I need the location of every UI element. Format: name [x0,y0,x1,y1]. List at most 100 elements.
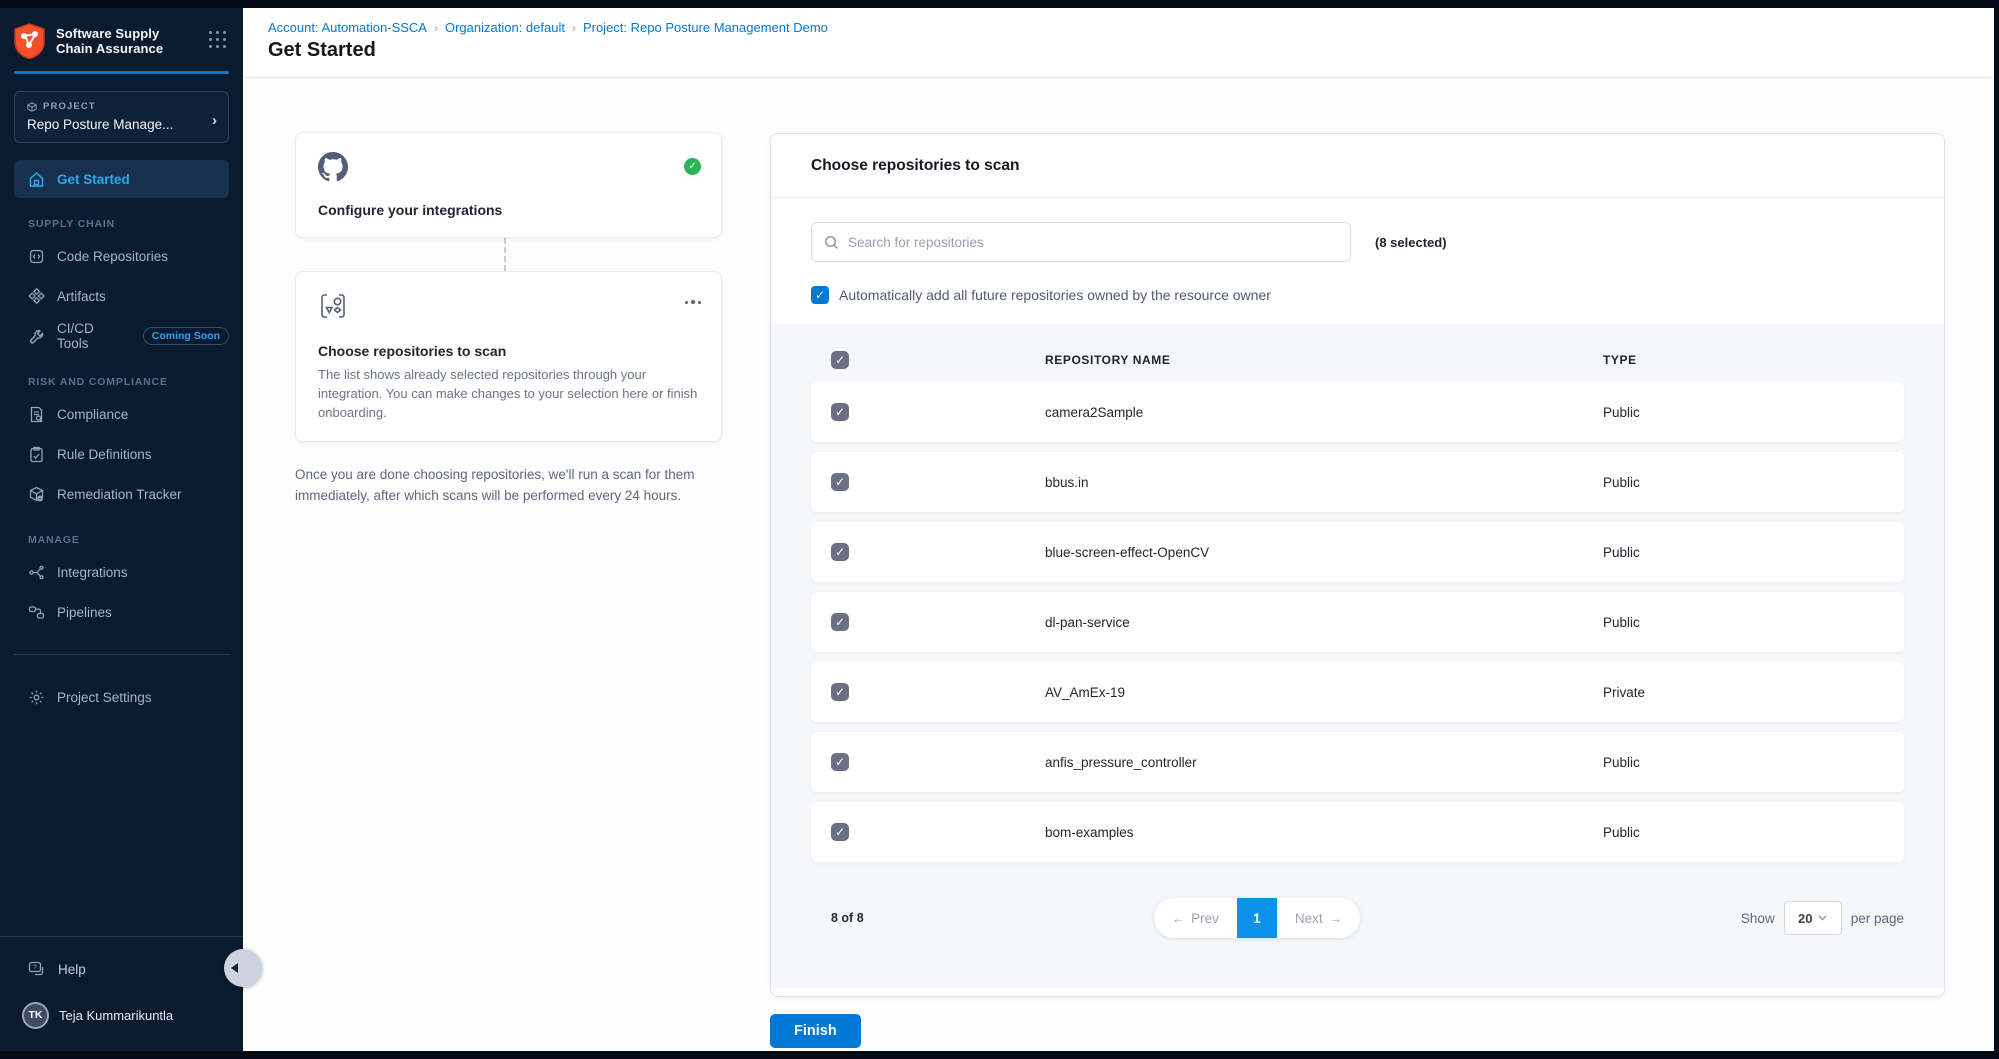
sidebar-header: Software Supply Chain Assurance [0,8,243,71]
repo-type: Public [1603,825,1904,840]
repo-type: Public [1603,615,1904,630]
repo-type: Public [1603,755,1904,770]
panel-title: Choose repositories to scan [771,134,1944,198]
search-input[interactable] [848,235,1338,250]
repo-type: Public [1603,405,1904,420]
table-row[interactable]: ✓ bom-examples Public [811,802,1904,862]
sidebar-item-pipelines[interactable]: Pipelines [0,592,243,632]
page-1-button[interactable]: 1 [1237,898,1277,938]
step2-title: Choose repositories to scan [318,343,699,359]
panel-controls: (8 selected) ✓ Automatically add all fut… [771,198,1944,304]
sidebar-divider [13,654,230,655]
table-row[interactable]: ✓ AV_AmEx-19 Private [811,662,1904,722]
row-checkbox[interactable]: ✓ [831,753,849,771]
avatar: TK [22,1002,49,1029]
breadcrumb-project-link[interactable]: Project: Repo Posture Management Demo [583,20,828,35]
table-row[interactable]: ✓ anfis_pressure_controller Public [811,732,1904,792]
page-title: Get Started [268,39,1994,62]
pagination: 8 of 8 ←Prev 1 Next→ Show 20 [811,898,1904,938]
prev-page-button[interactable]: ←Prev [1154,898,1237,938]
page-size-group: Show 20 per page [1741,901,1904,935]
cube-icon [27,102,37,112]
auto-add-checkbox[interactable]: ✓ [811,286,829,304]
arrow-left-icon: ← [1172,911,1186,926]
repositories-table: ✓ REPOSITORY NAME TYPE ✓ camera2Sample P… [771,324,1944,988]
onboarding-stepper: ✓ Configure your integrations Choose rep… [295,132,722,506]
sidebar-item-cicd-tools[interactable]: CI/CD Tools Coming Soon [0,316,243,356]
project-name: Repo Posture Manage... [27,117,197,132]
row-checkbox[interactable]: ✓ [831,613,849,631]
repo-name: dl-pan-service [1045,615,1603,630]
repo-name: blue-screen-effect-OpenCV [1045,545,1603,560]
selected-count: (8 selected) [1375,235,1447,250]
sidebar-item-integrations[interactable]: Integrations [0,552,243,592]
pager: ←Prev 1 Next→ [1154,898,1361,938]
table-row[interactable]: ✓ blue-screen-effect-OpenCV Public [811,522,1904,582]
pagination-total: 8 of 8 [831,911,864,925]
per-page-label: per page [1851,911,1904,926]
product-name: Software Supply Chain Assurance [56,26,163,56]
sidebar-footer: ? Help TK Teja Kummarikuntla [0,936,243,1051]
arrow-right-icon: → [1329,911,1343,926]
row-checkbox[interactable]: ✓ [831,683,849,701]
breadcrumb-org-link[interactable]: Organization: default [445,20,565,35]
step-card-integrations[interactable]: ✓ Configure your integrations [295,132,722,238]
repo-name: anfis_pressure_controller [1045,755,1603,770]
breadcrumb: Account: Automation-SSCA › Organization:… [268,20,1994,35]
table-row[interactable]: ✓ dl-pan-service Public [811,592,1904,652]
row-checkbox[interactable]: ✓ [831,473,849,491]
page-size-select[interactable]: 20 [1784,901,1842,935]
repo-type: Public [1603,475,1904,490]
step-connector [504,238,506,271]
screen: Software Supply Chain Assurance PROJECT … [0,0,1999,1059]
home-icon [28,171,45,188]
repo-name: bbus.in [1045,475,1603,490]
compliance-icon [28,406,45,423]
breadcrumb-separator: › [434,21,438,35]
remediation-tracker-icon [28,486,45,503]
sidebar-item-artifacts[interactable]: Artifacts [0,276,243,316]
breadcrumb-account-link[interactable]: Account: Automation-SSCA [268,20,427,35]
section-label-risk-compliance: RISK AND COMPLIANCE [0,376,243,388]
column-repository-name: REPOSITORY NAME [1045,353,1603,367]
sidebar-item-remediation-tracker[interactable]: Remediation Tracker [0,474,243,514]
gear-icon [28,689,45,706]
sidebar-item-project-settings[interactable]: Project Settings [0,677,243,717]
auto-add-label: Automatically add all future repositorie… [839,287,1271,303]
sidebar-collapse-handle[interactable] [224,949,262,987]
step-card-choose-repos[interactable]: Choose repositories to scan The list sho… [295,271,722,442]
user-menu[interactable]: TK Teja Kummarikuntla [0,991,243,1039]
row-checkbox[interactable]: ✓ [831,403,849,421]
sidebar-item-code-repositories[interactable]: Code Repositories [0,236,243,276]
ssca-shield-logo-icon [13,23,46,59]
user-name: Teja Kummarikuntla [59,1008,173,1023]
sidebar-item-get-started[interactable]: Get Started [14,160,229,198]
choose-repositories-icon [318,291,348,321]
code-repositories-icon [28,248,45,265]
select-all-checkbox[interactable]: ✓ [831,351,849,369]
repo-name: AV_AmEx-19 [1045,685,1603,700]
artifacts-icon [28,288,45,305]
help-button[interactable]: ? Help [0,947,243,991]
page-header: Account: Automation-SSCA › Organization:… [243,8,1994,78]
pipelines-icon [28,604,45,621]
row-checkbox[interactable]: ✓ [831,823,849,841]
repo-type: Private [1603,685,1904,700]
integrations-icon [28,564,45,581]
project-selector[interactable]: PROJECT Repo Posture Manage... › [14,91,229,143]
row-checkbox[interactable]: ✓ [831,543,849,561]
table-row[interactable]: ✓ camera2Sample Public [811,382,1904,442]
sidebar-item-rule-definitions[interactable]: Rule Definitions [0,434,243,474]
finish-button[interactable]: Finish [770,1014,861,1048]
scan-schedule-note: Once you are done choosing repositories,… [295,464,723,506]
content: ✓ Configure your integrations Choose rep… [243,78,1994,1051]
sidebar-item-compliance[interactable]: Compliance [0,394,243,434]
module-grid-icon[interactable] [209,31,229,51]
step-options-menu-icon[interactable] [685,300,701,304]
repository-search [811,222,1351,262]
help-chat-icon: ? [28,961,46,977]
breadcrumb-separator: › [572,21,576,35]
table-row[interactable]: ✓ bbus.in Public [811,452,1904,512]
next-page-button[interactable]: Next→ [1277,898,1360,938]
chevron-down-icon [1818,915,1827,921]
